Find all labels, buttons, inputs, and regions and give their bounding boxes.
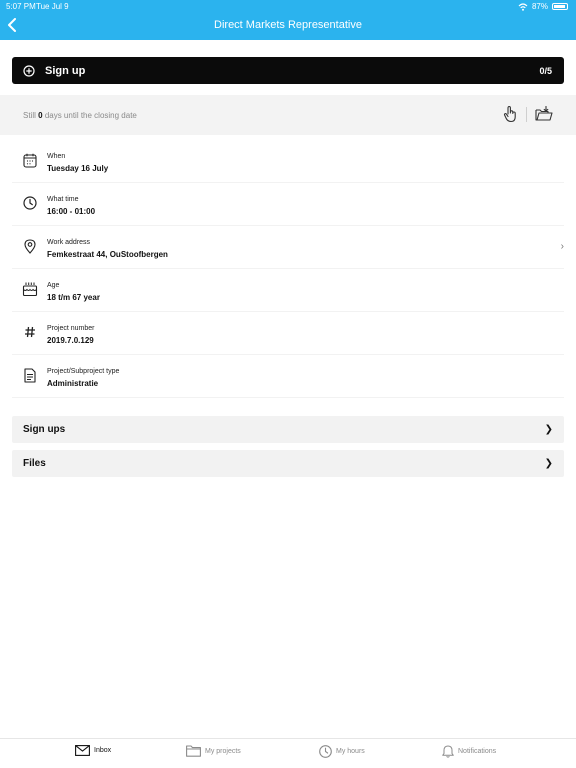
signups-section[interactable]: Sign ups ❯: [12, 416, 564, 443]
info-label: Age: [47, 282, 60, 289]
files-section[interactable]: Files ❯: [12, 450, 564, 477]
closing-date-band: Still 0 days until the closing date: [0, 95, 576, 135]
closing-suffix: days until the closing date: [44, 111, 137, 120]
location-pin-icon: [22, 238, 38, 254]
document-icon: [22, 367, 38, 383]
battery-icon: [552, 3, 568, 10]
info-row-time: What time 16:00 - 01:00: [12, 183, 564, 226]
files-section-label: Files: [23, 458, 46, 469]
app-header: 5:07 PM Tue Jul 9 87% Direct Markets Rep…: [0, 0, 576, 40]
info-label: When: [47, 153, 66, 160]
hashtag-icon: [22, 324, 38, 340]
tab-inbox[interactable]: Inbox: [75, 745, 111, 756]
tab-notifications-label: Notifications: [458, 748, 497, 755]
chevron-right-icon: ❯: [544, 424, 553, 435]
bottom-tab-bar: Inbox My projects My hours Notifications: [0, 738, 576, 768]
info-value: Tuesday 16 July: [47, 164, 109, 173]
info-label: Work address: [47, 239, 91, 246]
info-label: What time: [47, 196, 79, 203]
calendar-icon: [22, 152, 38, 168]
signup-count: 0/5: [539, 65, 552, 76]
info-value: Femkestraat 44, OuStoofbergen: [47, 250, 168, 259]
tab-my-hours-label: My hours: [336, 748, 365, 755]
bell-icon: [442, 745, 454, 758]
info-row-address[interactable]: Work address Femkestraat 44, OuStoofberg…: [12, 226, 564, 269]
tab-inbox-label: Inbox: [94, 747, 112, 754]
battery-percent: 87%: [531, 2, 548, 11]
info-value: 18 t/m 67 year: [47, 293, 100, 302]
info-row-project-number: Project number 2019.7.0.129: [12, 312, 564, 355]
info-label: Project/Subproject type: [47, 368, 120, 375]
status-indicators: 87%: [518, 2, 568, 11]
hand-tap-icon: [503, 105, 516, 123]
wifi-icon: [518, 2, 528, 11]
signup-button[interactable]: Sign up 0/5: [12, 57, 564, 84]
birthday-cake-icon: [22, 281, 38, 297]
page-title: Direct Markets Representative: [214, 19, 362, 31]
info-row-project-type: Project/Subproject type Administratie: [12, 355, 564, 398]
closing-prefix: Still: [23, 111, 36, 120]
closing-days: 0: [38, 111, 43, 120]
info-value: Administratie: [47, 379, 99, 388]
plus-circle-icon: [23, 64, 35, 77]
tap-hand-button[interactable]: [501, 105, 519, 123]
tab-my-projects-label: My projects: [205, 747, 241, 755]
folder-download-icon: [535, 106, 553, 121]
tab-my-projects[interactable]: My projects: [186, 745, 241, 757]
chevron-right-icon: ❯: [544, 458, 553, 469]
envelope-icon: [75, 745, 90, 756]
clock-icon: [319, 745, 332, 758]
tab-notifications[interactable]: Notifications: [442, 745, 496, 758]
status-date: Tue Jul 9: [36, 2, 69, 11]
clock-icon: [22, 195, 38, 211]
closing-date-text: Still 0 days until the closing date: [23, 111, 137, 120]
info-row-when: When Tuesday 16 July: [12, 140, 564, 183]
status-time: 5:07 PM: [6, 2, 36, 11]
folder-download-button[interactable]: [535, 105, 553, 123]
project-details-list: When Tuesday 16 July What time 16:00 - 0…: [12, 140, 564, 398]
info-value: 16:00 - 01:00: [47, 207, 96, 216]
tab-my-hours[interactable]: My hours: [319, 745, 365, 758]
signup-label: Sign up: [45, 64, 86, 77]
info-row-age: Age 18 t/m 67 year: [12, 269, 564, 312]
folder-icon: [186, 745, 201, 757]
divider: [526, 107, 527, 122]
signups-section-label: Sign ups: [23, 424, 66, 435]
info-label: Project number: [47, 325, 95, 332]
chevron-right-icon: ›: [560, 241, 564, 252]
info-value: 2019.7.0.129: [47, 336, 94, 345]
